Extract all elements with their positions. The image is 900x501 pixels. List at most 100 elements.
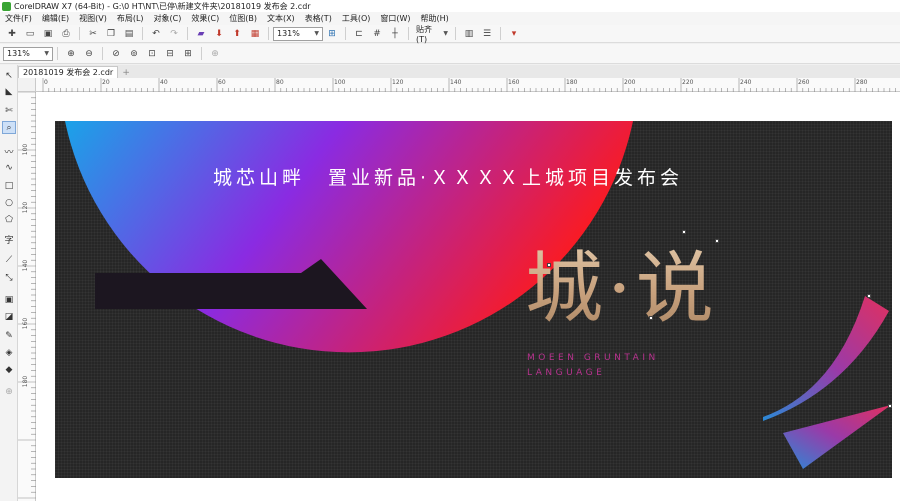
search-content-icon[interactable]: ▰ <box>194 27 208 41</box>
menu-tools[interactable]: 工具(O) <box>337 13 376 24</box>
undo-icon[interactable]: ↶ <box>149 27 163 41</box>
title-bar: CorelDRAW X7 (64-Bit) - G:\0 HT\NT\已停\新建… <box>0 0 900 12</box>
toolbar-divider <box>142 27 143 40</box>
zoom-page-icon[interactable]: ⊡ <box>145 47 159 61</box>
drop-shadow-tool-icon[interactable]: ▣ <box>2 293 16 306</box>
ruler-label: 100 <box>334 79 346 86</box>
ellipse-tool-icon[interactable]: ○ <box>2 196 16 209</box>
menu-table[interactable]: 表格(T) <box>300 13 337 24</box>
redo-icon[interactable]: ↷ <box>167 27 181 41</box>
zoom-level-dropdown[interactable]: 131% ▼ <box>273 26 323 41</box>
menu-bar: 文件(F) 编辑(E) 视图(V) 布局(L) 对象(C) 效果(C) 位图(B… <box>0 12 900 25</box>
node-handle[interactable] <box>888 404 892 408</box>
design-artboard[interactable]: 城芯山畔 置业新品·ＸＸＸＸ上城项目发布会 城·说 MOEEN GRUNTAIN… <box>55 121 892 478</box>
node-handle[interactable] <box>867 294 871 298</box>
paste-icon[interactable]: ▤ <box>122 27 136 41</box>
shape-tool-icon[interactable]: ◣ <box>2 85 16 98</box>
snap-options-icon[interactable]: ▥ <box>462 27 476 41</box>
crop-tool-icon[interactable]: ✄ <box>2 104 16 117</box>
color-eyedropper-tool-icon[interactable]: ✎ <box>2 329 16 342</box>
zoom-in-icon[interactable]: ⊕ <box>64 47 78 61</box>
options-icon[interactable]: ☰ <box>480 27 494 41</box>
new-document-tab-icon[interactable]: + <box>121 68 131 78</box>
zoom-tool-icon[interactable]: ⌕ <box>2 121 16 134</box>
freehand-tool-icon[interactable]: 〰 <box>2 145 16 158</box>
text-tool-icon[interactable]: 字 <box>2 233 16 246</box>
smart-fill-tool-icon[interactable]: ◆ <box>2 363 16 376</box>
property-bar: 131% ▼ ⊕ ⊖ ⊘ ⊚ ⊡ ⊟ ⊞ ⊕ <box>0 44 900 64</box>
add-tool-icon[interactable]: ⊕ <box>2 385 16 398</box>
toolbar-divider <box>187 27 188 40</box>
zoom-height-icon[interactable]: ⊞ <box>181 47 195 61</box>
node-handle[interactable] <box>682 230 686 234</box>
ruler-label: 120 <box>392 79 404 86</box>
toolbar-divider <box>79 27 80 40</box>
interactive-fill-tool-icon[interactable]: ◈ <box>2 346 16 359</box>
save-icon[interactable]: ▣ <box>41 27 55 41</box>
ruler-label: 140 <box>450 79 462 86</box>
menu-text[interactable]: 文本(X) <box>262 13 300 24</box>
pick-tool-icon[interactable]: ↖ <box>2 69 16 82</box>
node-handle[interactable] <box>715 239 719 243</box>
parallel-dimension-tool-icon[interactable]: ⟋ <box>2 253 16 266</box>
ruler-label: 260 <box>798 79 810 86</box>
node-handle[interactable] <box>649 316 653 320</box>
menu-help[interactable]: 帮助(H) <box>416 13 454 24</box>
zoom-out-icon[interactable]: ⊖ <box>82 47 96 61</box>
menu-file[interactable]: 文件(F) <box>0 13 37 24</box>
show-rulers-icon[interactable]: ⊏ <box>352 27 366 41</box>
ruler-label: 180 <box>566 79 578 86</box>
ruler-label: 100 <box>22 143 30 156</box>
menu-edit[interactable]: 编辑(E) <box>37 13 74 24</box>
copy-icon[interactable]: ❐ <box>104 27 118 41</box>
full-screen-icon[interactable]: ⊞ <box>325 27 339 41</box>
print-icon[interactable]: ⎙ <box>59 27 73 41</box>
vertical-ruler[interactable]: 100 120 140 160 180 <box>18 92 36 501</box>
menu-effects[interactable]: 效果(C) <box>186 13 224 24</box>
coreldraw-app-icon <box>2 1 11 11</box>
zoom-levels-dropdown[interactable]: 131% ▼ <box>3 46 53 61</box>
zoom-all-icon[interactable]: ⊚ <box>127 47 141 61</box>
toolbar-divider <box>455 27 456 40</box>
zoom-width-icon[interactable]: ⊟ <box>163 47 177 61</box>
new-icon[interactable]: ✚ <box>5 27 19 41</box>
zoom-levels-value: 131% <box>7 49 30 58</box>
show-guidelines-icon[interactable]: ┼ <box>388 27 402 41</box>
node-handle[interactable] <box>547 263 551 267</box>
ruler-label: 80 <box>276 79 284 86</box>
menu-window[interactable]: 窗口(W) <box>375 13 415 24</box>
document-tab[interactable]: 20181019 发布会 2.cdr <box>18 66 119 78</box>
main-title[interactable]: 城·说 <box>525 226 718 338</box>
polygon-tool-icon[interactable]: ⬠ <box>2 213 16 226</box>
ruler-label: 160 <box>22 317 30 330</box>
menu-view[interactable]: 视图(V) <box>74 13 112 24</box>
toolbar-divider <box>57 47 58 60</box>
launch-icon[interactable]: ▾ <box>507 27 521 41</box>
horizontal-ruler[interactable]: 0 20 40 60 80 100 120 140 160 180 200 22… <box>36 78 900 92</box>
cut-icon[interactable]: ✂ <box>86 27 100 41</box>
event-headline[interactable]: 城芯山畔 置业新品·ＸＸＸＸ上城项目发布会 <box>213 163 773 190</box>
menu-bitmaps[interactable]: 位图(B) <box>224 13 262 24</box>
connector-tool-icon[interactable]: ⤡ <box>2 271 16 284</box>
ruler-label: 60 <box>218 79 226 86</box>
import-icon[interactable]: ⬇ <box>212 27 226 41</box>
artistic-media-tool-icon[interactable]: ∿ <box>2 161 16 174</box>
zoom-level-value: 131% <box>277 29 300 38</box>
menu-object[interactable]: 对象(C) <box>149 13 187 24</box>
zoom-selected-icon[interactable]: ⊘ <box>109 47 123 61</box>
open-icon[interactable]: ▭ <box>23 27 37 41</box>
export-icon[interactable]: ⬆ <box>230 27 244 41</box>
ruler-origin[interactable] <box>18 78 36 92</box>
publish-pdf-icon[interactable]: ▦ <box>248 27 262 41</box>
rectangle-tool-icon[interactable]: □ <box>2 179 16 192</box>
add-preset-icon[interactable]: ⊕ <box>208 47 222 61</box>
ruler-label: 120 <box>22 201 30 214</box>
english-subtitle[interactable]: MOEEN GRUNTAIN LANGUAGE <box>527 351 659 381</box>
gradient-ribbon-upper <box>763 296 889 421</box>
show-grid-icon[interactable]: # <box>370 27 384 41</box>
menu-layout[interactable]: 布局(L) <box>112 13 149 24</box>
transparency-tool-icon[interactable]: ◪ <box>2 310 16 323</box>
ruler-label: 180 <box>22 375 30 388</box>
window-title: CorelDRAW X7 (64-Bit) - G:\0 HT\NT\已停\新建… <box>14 1 311 11</box>
snap-to-dropdown[interactable]: 贴齐(T) ▼ <box>413 25 451 44</box>
